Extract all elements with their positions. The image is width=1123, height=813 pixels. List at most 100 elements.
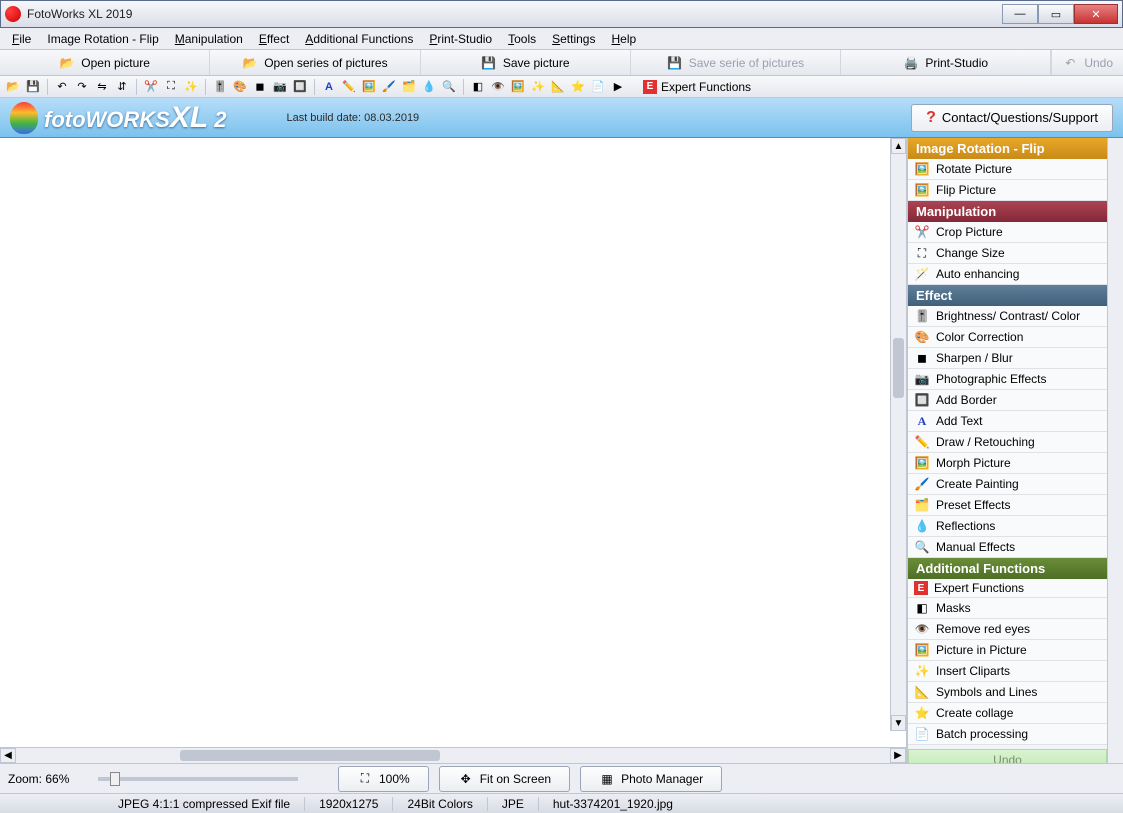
manual-fx-icon[interactable]: 🔍 <box>440 78 458 96</box>
draw-icon[interactable]: ✏️ <box>340 78 358 96</box>
additional-item-icon: ◧ <box>914 600 930 616</box>
clipart-icon[interactable]: ✨ <box>529 78 547 96</box>
zoom-100-button[interactable]: ⛶100% <box>338 766 429 792</box>
effect-item-color-correction[interactable]: 🎨Color Correction <box>908 327 1107 348</box>
effect-item-create-painting[interactable]: 🖌️Create Painting <box>908 474 1107 495</box>
manipulation-item-change-size[interactable]: ⛶Change Size <box>908 243 1107 264</box>
print-studio-button[interactable]: 🖨️Print-Studio <box>841 50 1051 75</box>
additional-item-icon: 📐 <box>914 684 930 700</box>
open-picture-button[interactable]: 📂Open picture <box>0 50 210 75</box>
scroll-right-arrow[interactable]: ▶ <box>890 748 906 763</box>
scroll-left-arrow[interactable]: ◀ <box>0 748 16 763</box>
effect-item-brightness-contrast-color[interactable]: 🎚️Brightness/ Contrast/ Color <box>908 306 1107 327</box>
morph-icon[interactable]: 🖼️ <box>360 78 378 96</box>
reflection-icon[interactable]: 💧 <box>420 78 438 96</box>
rotation-item-flip-picture[interactable]: 🖼️Flip Picture <box>908 180 1107 201</box>
menu-settings[interactable]: Settings <box>544 30 603 48</box>
menu-file[interactable]: File <box>4 30 39 48</box>
expert-functions-button[interactable]: EExpert Functions <box>637 80 757 94</box>
fit-on-screen-button[interactable]: ✥Fit on Screen <box>439 766 570 792</box>
crop-icon[interactable]: ✂️ <box>142 78 160 96</box>
effect-item-photographic-effects[interactable]: 📷Photographic Effects <box>908 369 1107 390</box>
photo-manager-button[interactable]: ▦Photo Manager <box>580 766 722 792</box>
painting-icon[interactable]: 🖌️ <box>380 78 398 96</box>
symbols-icon[interactable]: 📐 <box>549 78 567 96</box>
panel-scrollbar[interactable] <box>1107 138 1123 763</box>
scroll-down-arrow[interactable]: ▼ <box>891 715 906 731</box>
sharpen-icon[interactable]: ◼ <box>251 78 269 96</box>
additional-item-picture-in-picture[interactable]: 🖼️Picture in Picture <box>908 640 1107 661</box>
undo-button[interactable]: ↶Undo <box>1051 50 1123 75</box>
scroll-v-thumb[interactable] <box>893 338 904 398</box>
color-icon[interactable]: 🎨 <box>231 78 249 96</box>
additional-item-expert-functions[interactable]: EExpert Functions <box>908 579 1107 598</box>
panel-undo-button[interactable]: Undo <box>908 749 1107 763</box>
collage-icon[interactable]: ⭐ <box>569 78 587 96</box>
photo-fx-icon[interactable]: 📷 <box>271 78 289 96</box>
preset-icon[interactable]: 🗂️ <box>400 78 418 96</box>
text-icon[interactable]: A <box>320 78 338 96</box>
rotate-cw-icon[interactable]: ↷ <box>73 78 91 96</box>
slideshow-icon[interactable]: ▶ <box>609 78 627 96</box>
border-icon[interactable]: 🔲 <box>291 78 309 96</box>
flip-v-icon[interactable]: ⇵ <box>113 78 131 96</box>
additional-item-create-collage[interactable]: ⭐Create collage <box>908 703 1107 724</box>
additional-item-symbols-and-lines[interactable]: 📐Symbols and Lines <box>908 682 1107 703</box>
menu-effect[interactable]: Effect <box>251 30 297 48</box>
flip-h-icon[interactable]: ⇋ <box>93 78 111 96</box>
resize-icon[interactable]: ⛶ <box>162 78 180 96</box>
effect-item-manual-effects[interactable]: 🔍Manual Effects <box>908 537 1107 558</box>
redeye-icon[interactable]: 👁️ <box>489 78 507 96</box>
brightness-icon[interactable]: 🎚️ <box>211 78 229 96</box>
zoom-slider-knob[interactable] <box>110 772 120 786</box>
effect-item-preset-effects[interactable]: 🗂️Preset Effects <box>908 495 1107 516</box>
effect-item-icon: ◼ <box>914 350 930 366</box>
rotate-ccw-icon[interactable]: ↶ <box>53 78 71 96</box>
manipulation-item-crop-picture[interactable]: ✂️Crop Picture <box>908 222 1107 243</box>
horizontal-scrollbar[interactable]: ◀ ▶ <box>0 747 906 763</box>
save-series-button[interactable]: 💾Save serie of pictures <box>631 50 841 75</box>
menu-print-studio[interactable]: Print-Studio <box>421 30 500 48</box>
open-icon[interactable]: 📂 <box>4 78 22 96</box>
menu-help[interactable]: Help <box>603 30 644 48</box>
balloon-icon <box>10 102 38 134</box>
menu-manipulation[interactable]: Manipulation <box>167 30 251 48</box>
canvas-area: ▲ ▼ ◀ ▶ <box>0 138 907 763</box>
effect-item-reflections[interactable]: 💧Reflections <box>908 516 1107 537</box>
open-series-button[interactable]: 📂Open series of pictures <box>210 50 420 75</box>
scroll-up-arrow[interactable]: ▲ <box>891 138 906 154</box>
rotation-item-rotate-picture[interactable]: 🖼️Rotate Picture <box>908 159 1107 180</box>
vertical-scrollbar[interactable]: ▲ ▼ <box>890 138 906 731</box>
manipulation-item-auto-enhancing[interactable]: 🪄Auto enhancing <box>908 264 1107 285</box>
batch-icon[interactable]: 📄 <box>589 78 607 96</box>
menu-tools[interactable]: Tools <box>500 30 544 48</box>
contact-support-button[interactable]: ?Contact/Questions/Support <box>911 104 1113 132</box>
header-rotation: Image Rotation - Flip <box>908 138 1107 159</box>
effect-item-sharpen-blur[interactable]: ◼Sharpen / Blur <box>908 348 1107 369</box>
auto-enhance-icon[interactable]: ✨ <box>182 78 200 96</box>
additional-item-insert-cliparts[interactable]: ✨Insert Cliparts <box>908 661 1107 682</box>
scroll-h-thumb[interactable] <box>180 750 440 761</box>
effect-item-add-text[interactable]: AAdd Text <box>908 411 1107 432</box>
manipulation-item-icon: ✂️ <box>914 224 930 240</box>
save-icon[interactable]: 💾 <box>24 78 42 96</box>
effect-item-add-border[interactable]: 🔲Add Border <box>908 390 1107 411</box>
save-picture-button[interactable]: 💾Save picture <box>421 50 631 75</box>
additional-item-masks[interactable]: ◧Masks <box>908 598 1107 619</box>
effect-item-label: Brightness/ Contrast/ Color <box>936 309 1080 323</box>
menu-image-rotation[interactable]: Image Rotation - Flip <box>39 30 166 48</box>
minimize-button[interactable]: — <box>1002 4 1038 24</box>
zoom-slider[interactable] <box>98 777 298 781</box>
effect-item-icon: A <box>914 413 930 429</box>
pip-icon[interactable]: 🖼️ <box>509 78 527 96</box>
additional-item-batch-processing[interactable]: 📄Batch processing <box>908 724 1107 745</box>
effect-item-draw-retouching[interactable]: ✏️Draw / Retouching <box>908 432 1107 453</box>
fit-label: Fit on Screen <box>480 772 551 786</box>
close-button[interactable]: ✕ <box>1074 4 1118 24</box>
menu-additional[interactable]: Additional Functions <box>297 30 421 48</box>
window-controls: — ▭ ✕ <box>1002 4 1118 24</box>
maximize-button[interactable]: ▭ <box>1038 4 1074 24</box>
effect-item-morph-picture[interactable]: 🖼️Morph Picture <box>908 453 1107 474</box>
additional-item-remove-red-eyes[interactable]: 👁️Remove red eyes <box>908 619 1107 640</box>
masks-icon[interactable]: ◧ <box>469 78 487 96</box>
